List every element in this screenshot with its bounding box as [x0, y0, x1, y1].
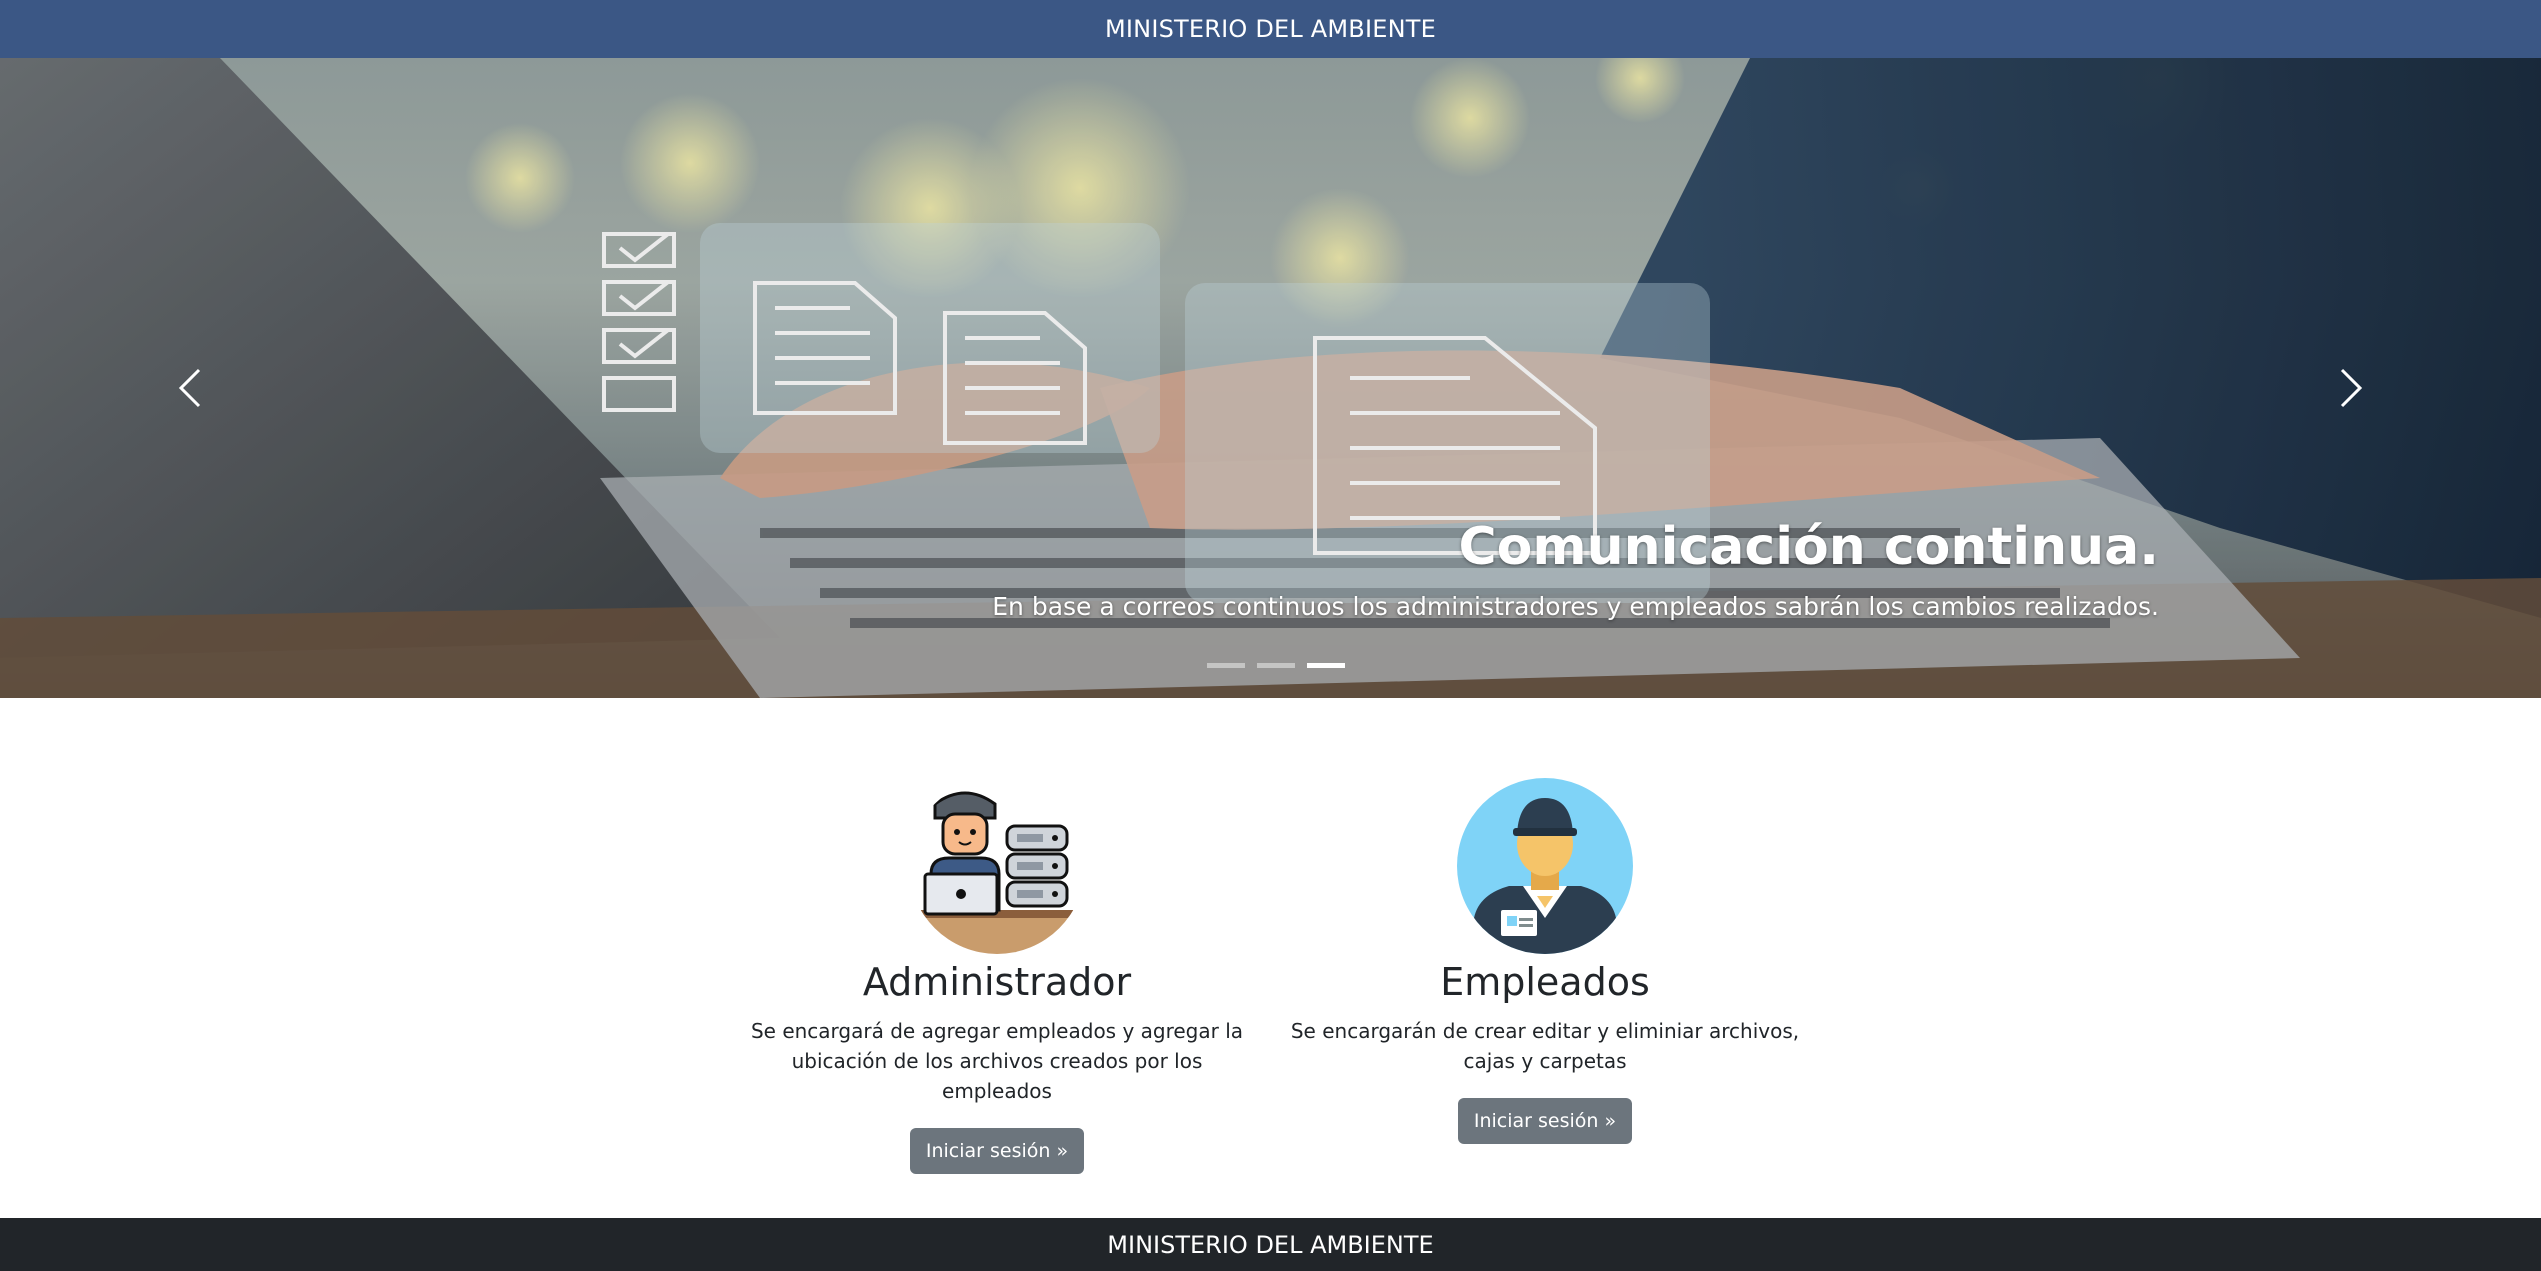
footer-title: MINISTERIO DEL AMBIENTE [1107, 1230, 1434, 1259]
administrator-avatar [909, 778, 1085, 954]
admin-login-button[interactable]: Iniciar sesión » [909, 1128, 1085, 1174]
admin-card: Administrador Se encargará de agregar em… [737, 778, 1257, 1174]
employee-avatar [1457, 778, 1633, 954]
carousel-indicators [1207, 663, 1345, 668]
carousel-next-button[interactable] [2321, 358, 2381, 418]
site-title[interactable]: MINISTERIO DEL AMBIENTE [1105, 15, 1436, 43]
employee-card: Empleados Se encargarán de crear editar … [1285, 778, 1805, 1144]
employee-description-line-1: Se encargarán de crear editar y eliminia… [1290, 1019, 1800, 1043]
employee-card-description: Se encargarán de crear editar y eliminia… [1285, 1016, 1805, 1076]
top-navbar: MINISTERIO DEL AMBIENTE [0, 0, 2541, 58]
carousel-indicator-1[interactable] [1207, 663, 1245, 668]
admin-description-line-1: Se encargará de agregar empleados y agre… [750, 1019, 1244, 1043]
footer: MINISTERIO DEL AMBIENTE [0, 1218, 2541, 1271]
hero-carousel: Comunicación continua. En base a correos… [0, 58, 2541, 698]
admin-card-description: Se encargará de agregar empleados y agre… [737, 1016, 1257, 1106]
chevron-right-icon [2340, 368, 2363, 408]
employee-login-button[interactable]: Iniciar sesión » [1457, 1098, 1633, 1144]
carousel-indicator-2[interactable] [1257, 663, 1295, 668]
employee-card-title: Empleados [1440, 960, 1650, 1004]
carousel-indicator-3[interactable] [1307, 663, 1345, 668]
employee-description-line-2: cajas y carpetas [1463, 1049, 1627, 1073]
caption-title: Comunicación continua. [1458, 517, 2159, 577]
admin-card-title: Administrador [862, 960, 1132, 1004]
carousel-caption: Comunicación continua. En base a correos… [992, 517, 2159, 621]
admin-description-line-2: ubicación de los archivos creados por lo… [791, 1049, 1203, 1103]
chevron-left-icon [178, 368, 201, 408]
caption-text: En base a correos continuos los administ… [992, 591, 2159, 621]
carousel-prev-button[interactable] [160, 358, 220, 418]
